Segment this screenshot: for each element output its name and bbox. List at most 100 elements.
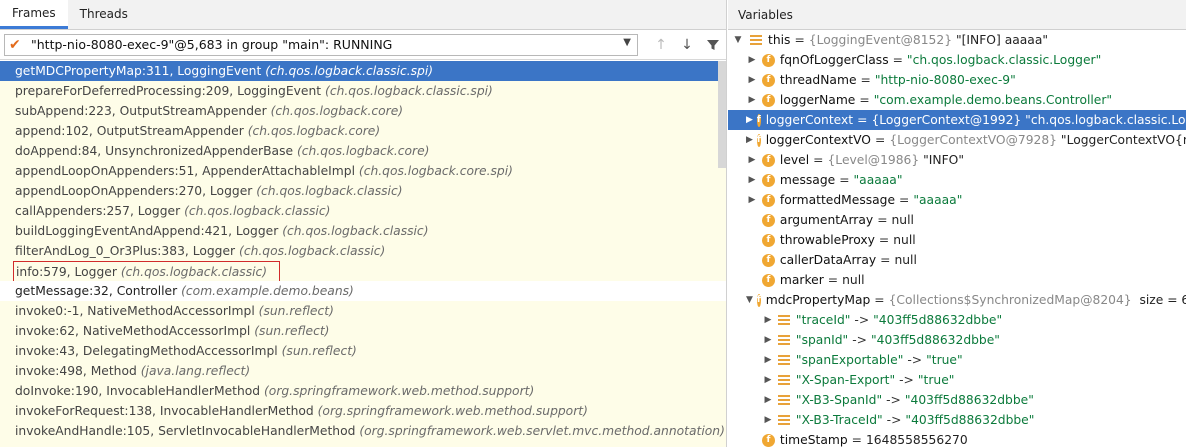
thread-selector[interactable]: ✔ "http-nio-8080-exec-9"@5,683 in group … <box>4 33 638 56</box>
map-entry-row[interactable]: ▶ "X-B3-SpanId" -> "403ff5d88632dbbe" <box>728 390 1186 410</box>
expand-arrow-icon[interactable]: ▼ <box>732 30 744 50</box>
frame-method: invoke:62, NativeMethodAccessorImpl <box>15 324 251 338</box>
filter-icon[interactable] <box>700 34 726 56</box>
frame-method: appendLoopOnAppenders:270, Logger <box>15 184 253 198</box>
variables-panel: Variables ▼ this = {LoggingEvent@8152} "… <box>728 0 1186 447</box>
frame-package: (ch.qos.logback.classic.spi) <box>265 64 434 78</box>
expand-arrow-icon[interactable]: ▶ <box>746 130 753 150</box>
variable-row[interactable]: f throwableProxy = null <box>728 230 1186 250</box>
frame-package: (org.springframework.web.method.support) <box>317 404 588 418</box>
field-icon: f <box>761 153 775 167</box>
expand-arrow-icon[interactable]: ▼ <box>746 290 753 310</box>
variable-row[interactable]: ▶ f formattedMessage = "aaaaa" <box>728 190 1186 210</box>
frame-method: invoke0:-1, NativeMethodAccessorImpl <box>15 304 255 318</box>
frame-row[interactable]: append:102, OutputStreamAppender (ch.qos… <box>0 121 726 141</box>
frame-method: append:102, OutputStreamAppender <box>15 124 244 138</box>
field-icon: f <box>761 93 775 107</box>
frame-row[interactable]: invokeForRequest:138, InvocableHandlerMe… <box>0 401 726 421</box>
frame-row[interactable]: invoke:43, DelegatingMethodAccessorImpl … <box>0 341 726 361</box>
variable-row-this[interactable]: ▼ this = {LoggingEvent@8152} "[INFO] aaa… <box>728 30 1186 50</box>
variable-value: 1648558556270 <box>865 433 968 447</box>
frame-row[interactable]: subAppend:223, OutputStreamAppender (ch.… <box>0 101 726 121</box>
frame-row[interactable]: appendLoopOnAppenders:270, Logger (ch.qo… <box>0 181 726 201</box>
object-list-icon <box>750 34 762 46</box>
expand-arrow-icon[interactable]: ▶ <box>762 370 774 390</box>
frame-row[interactable]: doInvoke:190, InvocableHandlerMethod (or… <box>0 381 726 401</box>
expand-arrow-icon[interactable]: ▶ <box>746 70 758 90</box>
frame-method: getMessage:32, Controller <box>15 284 178 298</box>
tab-frames[interactable]: Frames <box>0 0 68 29</box>
map-key: "X-B3-TraceId" <box>795 413 883 427</box>
expand-arrow-icon[interactable]: ▶ <box>746 50 758 70</box>
check-icon: ✔ <box>9 36 21 53</box>
frames-scrollbar-thumb[interactable] <box>718 61 726 168</box>
map-entry-icon <box>777 354 790 366</box>
variable-name: argumentArray <box>779 213 874 227</box>
frame-row[interactable]: getMessage:32, Controller (com.example.d… <box>0 281 726 301</box>
variable-op: = <box>899 193 910 207</box>
variable-row[interactable]: f callerDataArray = null <box>728 250 1186 270</box>
field-icon: f <box>761 53 775 67</box>
expand-arrow-icon[interactable]: ▶ <box>746 110 753 130</box>
debug-tabbar: Frames Threads <box>0 0 726 30</box>
frame-row[interactable]: getMDCPropertyMap:311, LoggingEvent (ch.… <box>0 61 726 81</box>
frame-row[interactable]: invoke0:-1, NativeMethodAccessorImpl (su… <box>0 301 726 321</box>
variable-type: {LoggerContextVO@7928} <box>889 133 1057 147</box>
variable-name: loggerName <box>779 93 856 107</box>
map-entry-row[interactable]: ▶ "spanExportable" -> "true" <box>728 350 1186 370</box>
expand-arrow-icon[interactable]: ▶ <box>746 190 758 210</box>
variable-row-mdc-property-map[interactable]: ▼ f mdcPropertyMap = {Collections$Synchr… <box>728 290 1186 310</box>
tab-threads[interactable]: Threads <box>68 0 140 29</box>
frames-panel: Frames Threads ✔ "http-nio-8080-exec-9"@… <box>0 0 727 447</box>
expand-arrow-icon[interactable]: ▶ <box>762 330 774 350</box>
frame-row[interactable]: invoke:498, Method (java.lang.reflect) <box>0 361 726 381</box>
variable-name: throwableProxy <box>779 233 875 247</box>
variable-row-selected[interactable]: ▶ f loggerContext = {LoggerContext@1992}… <box>728 110 1186 130</box>
variable-name: timeStamp <box>779 433 848 447</box>
variable-op: = <box>880 253 891 267</box>
arrow-up-icon[interactable]: ↑ <box>648 34 674 56</box>
frame-package: (org.springframework.web.method.support) <box>264 384 535 398</box>
frame-row[interactable]: buildLoggingEventAndAppend:421, Logger (… <box>0 221 726 241</box>
arrow-down-icon[interactable]: ↓ <box>674 34 700 56</box>
variable-row[interactable]: f timeStamp = 1648558556270 <box>728 430 1186 447</box>
field-icon: f <box>756 113 761 127</box>
expand-arrow-icon[interactable]: ▶ <box>746 170 758 190</box>
expand-arrow-icon[interactable]: ▶ <box>762 310 774 330</box>
variable-row[interactable]: f marker = null <box>728 270 1186 290</box>
variable-row[interactable]: ▶ f threadName = "http-nio-8080-exec-9" <box>728 70 1186 90</box>
frame-row[interactable]: doAppend:84, UnsynchronizedAppenderBase … <box>0 141 726 161</box>
expand-arrow-icon[interactable]: ▶ <box>746 90 758 110</box>
frame-row[interactable]: prepareForDeferredProcessing:209, Loggin… <box>0 81 726 101</box>
variable-name: callerDataArray <box>779 253 877 267</box>
variable-op: -> <box>886 393 901 407</box>
frame-row-highlighted[interactable]: info:579, Logger (ch.qos.logback.classic… <box>0 261 726 282</box>
map-entry-icon <box>777 334 790 346</box>
map-entry-row[interactable]: ▶ "X-B3-TraceId" -> "403ff5d88632dbbe" <box>728 410 1186 430</box>
map-value: "true" <box>917 373 955 387</box>
frame-row[interactable]: invoke:62, NativeMethodAccessorImpl (sun… <box>0 321 726 341</box>
variable-row[interactable]: ▶ f fqnOfLoggerClass = "ch.qos.logback.c… <box>728 50 1186 70</box>
frame-row[interactable]: appendLoopOnAppenders:51, AppenderAttach… <box>0 161 726 181</box>
frame-package: (ch.qos.logback.core) <box>296 144 430 158</box>
frame-row[interactable]: invokeAndHandle:105, ServletInvocableHan… <box>0 421 726 441</box>
expand-arrow-icon[interactable]: ▶ <box>746 150 758 170</box>
variable-row[interactable]: ▶ f loggerContextVO = {LoggerContextVO@7… <box>728 130 1186 150</box>
map-entry-row[interactable]: ▶ "spanId" -> "403ff5d88632dbbe" <box>728 330 1186 350</box>
frame-row[interactable]: callAppenders:257, Logger (ch.qos.logbac… <box>0 201 726 221</box>
expand-arrow-icon[interactable]: ▶ <box>762 410 774 430</box>
frame-row[interactable]: filterAndLog_0_Or3Plus:383, Logger (ch.q… <box>0 241 726 261</box>
expand-arrow-icon[interactable]: ▶ <box>762 350 774 370</box>
variable-row[interactable]: ▶ f loggerName = "com.example.demo.beans… <box>728 90 1186 110</box>
frame-package: (com.example.demo.beans) <box>181 284 354 298</box>
field-icon: f <box>761 273 775 287</box>
variable-row[interactable]: ▶ f message = "aaaaa" <box>728 170 1186 190</box>
map-entry-row[interactable]: ▶ "X-Span-Export" -> "true" <box>728 370 1186 390</box>
variable-row[interactable]: f argumentArray = null <box>728 210 1186 230</box>
variable-value: size = 6 <box>1139 293 1186 307</box>
variable-name: loggerContext <box>765 113 854 127</box>
map-entry-row[interactable]: ▶ "traceId" -> "403ff5d88632dbbe" <box>728 310 1186 330</box>
expand-arrow-icon[interactable]: ▶ <box>762 390 774 410</box>
variable-row[interactable]: ▶ f level = {Level@1986} "INFO" <box>728 150 1186 170</box>
frame-method: doAppend:84, UnsynchronizedAppenderBase <box>15 144 294 158</box>
